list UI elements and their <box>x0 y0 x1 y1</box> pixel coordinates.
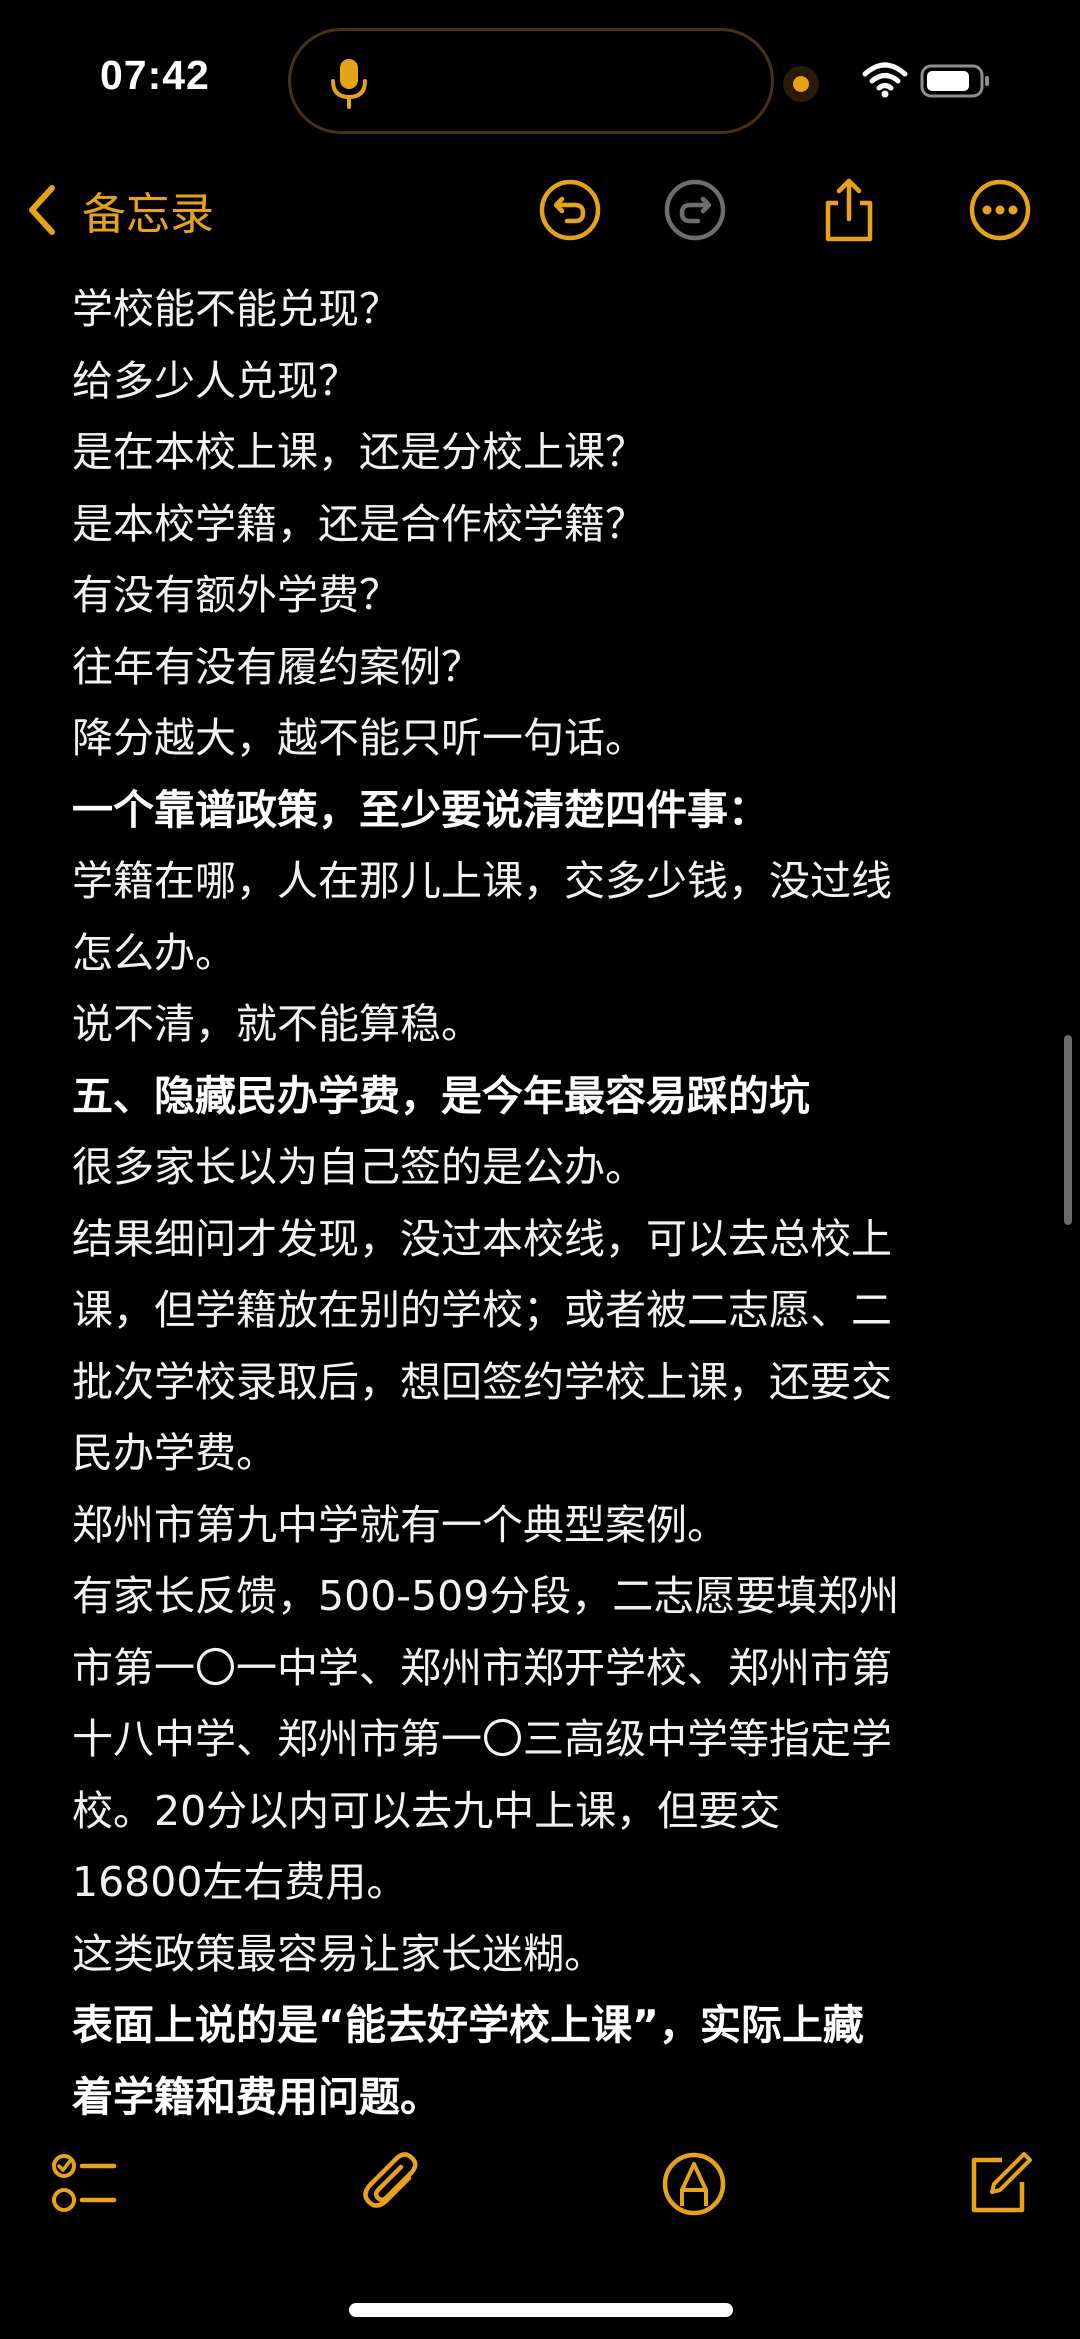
compose-icon[interactable] <box>962 2148 1034 2220</box>
home-indicator[interactable] <box>349 2303 733 2317</box>
dynamic-island <box>288 28 774 134</box>
markup-icon[interactable] <box>658 2148 730 2220</box>
battery-icon <box>920 64 989 98</box>
attachment-icon[interactable] <box>357 2148 429 2220</box>
more-icon[interactable] <box>965 175 1035 245</box>
microphone-icon <box>331 59 367 109</box>
note-line: 怎么办。 <box>72 928 236 977</box>
note-line: 校。20分以内可以去九中上课，但要交 <box>72 1786 781 1835</box>
undo-icon[interactable] <box>535 175 605 245</box>
note-line: 学籍在哪，人在那儿上课，交多少钱，没过线 <box>72 857 892 905</box>
note-line: 16800左右费用。 <box>72 1858 408 1906</box>
note-line: 很多家长以为自己签的是公办。 <box>72 1143 646 1191</box>
navigation-bar: 备忘录 <box>0 160 1080 260</box>
note-body[interactable]: 学校能不能兑现？ 给多少人兑现？ 是在本校上课，还是分校上课？ 是本校学籍，还是合作校… <box>72 274 1022 2133</box>
checklist-icon[interactable] <box>48 2148 120 2220</box>
back-button[interactable]: 备忘录 <box>22 178 214 242</box>
status-time: 07:42 <box>100 52 210 98</box>
redo-icon[interactable] <box>660 175 730 245</box>
note-line: 十八中学、郑州市第一〇三高级中学等指定学 <box>72 1715 892 1763</box>
wifi-icon <box>862 62 908 98</box>
note-line: 是在本校上课，还是分校上课？ <box>72 428 646 476</box>
share-icon[interactable] <box>814 175 884 245</box>
note-line: 郑州市第九中学就有一个典型案例。 <box>72 1500 728 1549</box>
note-line: 课，但学籍放在别的学校；或者被二志愿、二 <box>72 1286 892 1334</box>
note-line: 着学籍和费用问题。 <box>72 2072 441 2121</box>
note-line: 降分越大，越不能只听一句话。 <box>72 714 646 762</box>
note-line: 结果细问才发现，没过本校线，可以去总校上 <box>72 1214 892 1263</box>
note-line: 说不清，就不能算稳。 <box>72 1000 482 1048</box>
note-line: 民办学费。 <box>72 1429 277 1477</box>
note-line: 五、隐藏民办学费，是今年最容易踩的坑 <box>72 1071 810 1120</box>
note-line: 给多少人兑现？ <box>72 356 359 405</box>
note-line: 是本校学籍，还是合作校学籍？ <box>72 499 646 548</box>
note-line: 学校能不能兑现？ <box>72 285 400 333</box>
note-line: 有家长反馈，500-509分段，二志愿要填郑州 <box>72 1572 900 1620</box>
note-line: 市第一〇一中学、郑州市郑开学校、郑州市第 <box>72 1643 892 1692</box>
back-label: 备忘录 <box>82 189 214 240</box>
note-line: 这类政策最容易让家长迷糊。 <box>72 1929 605 1978</box>
note-line: 往年有没有履约案例？ <box>72 642 482 691</box>
note-line: 批次学校录取后，想回签约学校上课，还要交 <box>72 1357 892 1406</box>
note-line: 表面上说的是“能去好学校上课”，实际上藏 <box>72 2001 864 2049</box>
note-line: 一个靠谱政策，至少要说清楚四件事： <box>72 785 769 834</box>
note-line: 有没有额外学费？ <box>72 571 400 619</box>
recording-indicator-icon <box>783 66 819 102</box>
chevron-left-icon <box>29 185 55 235</box>
scroll-indicator[interactable] <box>1064 1035 1072 1225</box>
